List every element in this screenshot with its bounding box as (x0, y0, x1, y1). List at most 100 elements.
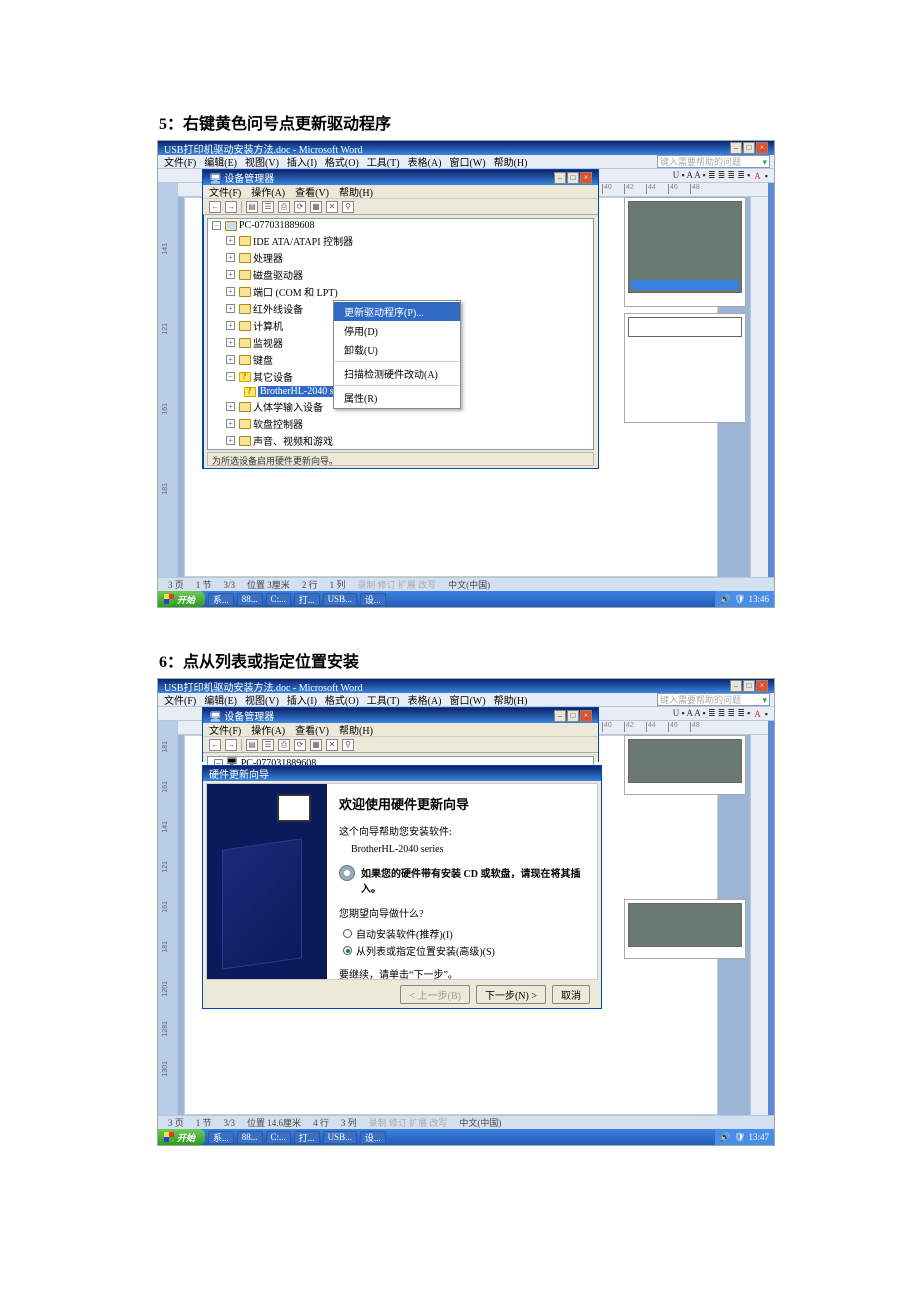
dm-window-buttons[interactable]: –□× (553, 172, 592, 184)
menu-view[interactable]: 视图(V) (245, 154, 279, 169)
print-icon[interactable]: ⎙ (278, 739, 290, 751)
menu-window[interactable]: 窗口(W) (449, 154, 485, 169)
ctx-update-driver[interactable]: 更新驱动程序(P)... (334, 302, 460, 321)
wizard-option-list[interactable]: 从列表或指定位置安装(高级)(S) (343, 943, 585, 958)
word-window-buttons[interactable]: –□× (729, 680, 768, 692)
menu-tools[interactable]: 工具(T) (367, 692, 400, 707)
back-icon[interactable]: ← (209, 201, 221, 213)
tb-icon[interactable]: ✕ (326, 201, 338, 213)
hardware-update-wizard[interactable]: 硬件更新向导 欢迎使用硬件更新向导 这个向导帮助您安装软件: BrotherHL… (202, 765, 602, 1009)
scan-icon[interactable]: ⚲ (342, 201, 354, 213)
tray-icon[interactable]: 🔊 (720, 1132, 731, 1143)
taskbar-item[interactable]: 设... (360, 1131, 386, 1144)
menu-tools[interactable]: 工具(T) (367, 154, 400, 169)
word-scrollbar[interactable] (750, 197, 768, 577)
taskbar[interactable]: 开始 系... 88... C:... 打... USB... 设... 🔊🛡1… (158, 1129, 774, 1145)
menu-help[interactable]: 帮助(H) (494, 154, 528, 169)
dm-toolbar[interactable]: ← → ▤ ☰ ⎙ ⟳ ▦ ✕ ⚲ (203, 199, 598, 215)
taskbar-item[interactable]: 88... (237, 593, 263, 606)
start-button[interactable]: 开始 (158, 591, 205, 607)
menu-format[interactable]: 格式(O) (325, 154, 359, 169)
taskbar-item[interactable]: 88... (237, 1131, 263, 1144)
menu-format[interactable]: 格式(O) (325, 692, 359, 707)
dm-menu-action[interactable]: 操作(A) (251, 184, 285, 199)
dm-menu-file[interactable]: 文件(F) (209, 722, 241, 737)
taskbar[interactable]: 开始 系... 88... C:... 打... USB... 设... 🔊🛡1… (158, 591, 774, 607)
help-go-icon[interactable]: ▾ (762, 156, 767, 168)
dm-window-buttons[interactable]: –□× (553, 710, 592, 722)
system-tray[interactable]: 🔊🛡13:46 (715, 591, 774, 607)
taskbar-item[interactable]: 设... (360, 593, 386, 606)
tb-icon[interactable]: ▦ (310, 739, 322, 751)
menu-table[interactable]: 表格(A) (408, 154, 442, 169)
wizard-cancel-button[interactable]: 取消 (552, 985, 590, 1004)
taskbar-item[interactable]: 打... (294, 593, 320, 606)
ctx-disable[interactable]: 停用(D) (334, 321, 460, 340)
dm-toolbar[interactable]: ← → ▤ ☰ ⎙ ⟳ ▦ ✕ ⚲ (203, 737, 598, 753)
taskbar-item[interactable]: USB... (323, 593, 357, 606)
dm-menu-help[interactable]: 帮助(H) (339, 184, 373, 199)
tray-icon[interactable]: 🛡 (734, 1132, 745, 1143)
help-search-box[interactable]: 键入需要帮助的问题▾ (657, 155, 770, 168)
taskbar-item[interactable]: 系... (208, 593, 234, 606)
start-button[interactable]: 开始 (158, 1129, 205, 1145)
tray-icon[interactable]: 🛡 (734, 594, 745, 605)
menu-insert[interactable]: 插入(I) (287, 692, 317, 707)
tree-item[interactable]: +端口 (COM 和 LPT) (226, 283, 593, 300)
scan-icon[interactable]: ⚲ (342, 739, 354, 751)
wizard-option-auto[interactable]: 自动安装软件(推荐)(I) (343, 926, 585, 941)
system-tray[interactable]: 🔊🛡13:47 (715, 1129, 774, 1145)
tree-item[interactable]: +IDE ATA/ATAPI 控制器 (226, 232, 593, 249)
radio-icon[interactable] (343, 929, 352, 938)
wizard-next-button[interactable]: 下一步(N) > (476, 985, 546, 1004)
formatting-group[interactable]: U ▪ A A ▪ ≣ ≣ ≣ ≣ ▪ A ▪ (673, 170, 768, 181)
tb-icon[interactable]: ☰ (262, 739, 274, 751)
dm-menu-file[interactable]: 文件(F) (209, 184, 241, 199)
dm-menu-action[interactable]: 操作(A) (251, 722, 285, 737)
dm-menubar[interactable]: 文件(F) 操作(A) 查看(V) 帮助(H) (203, 185, 598, 199)
tb-icon[interactable]: ✕ (326, 739, 338, 751)
context-menu[interactable]: 更新驱动程序(P)... 停用(D) 卸载(U) 扫描检测硬件改动(A) 属性(… (333, 300, 461, 409)
taskbar-item[interactable]: 系... (208, 1131, 234, 1144)
tree-item[interactable]: +软盘控制器 (226, 415, 593, 432)
taskbar-item[interactable]: C:... (266, 593, 291, 606)
tb-icon[interactable]: ▦ (310, 201, 322, 213)
dm-menu-view[interactable]: 查看(V) (295, 184, 329, 199)
tree-item[interactable]: +鼠标和其它指针设 (226, 449, 593, 450)
dm-menu-help[interactable]: 帮助(H) (339, 722, 373, 737)
help-search-box[interactable]: 键入需要帮助的问题▾ (657, 693, 770, 706)
tb-icon[interactable]: ▤ (246, 201, 258, 213)
tb-icon[interactable]: ▤ (246, 739, 258, 751)
tree-item[interactable]: +处理器 (226, 249, 593, 266)
tree-root[interactable]: −PC-077031889608 (212, 219, 593, 232)
help-go-icon[interactable]: ▾ (762, 694, 767, 706)
word-window-buttons[interactable]: –□× (729, 142, 768, 154)
menu-insert[interactable]: 插入(I) (287, 154, 317, 169)
tray-icon[interactable]: 🔊 (720, 594, 731, 605)
ctx-uninstall[interactable]: 卸载(U) (334, 340, 460, 359)
menu-file[interactable]: 文件(F) (164, 154, 196, 169)
ctx-scan[interactable]: 扫描检测硬件改动(A) (334, 364, 460, 383)
menu-table[interactable]: 表格(A) (408, 692, 442, 707)
menu-edit[interactable]: 编辑(E) (204, 154, 237, 169)
menu-help[interactable]: 帮助(H) (494, 692, 528, 707)
print-icon[interactable]: ⎙ (278, 201, 290, 213)
refresh-icon[interactable]: ⟳ (294, 739, 306, 751)
dm-menubar[interactable]: 文件(F) 操作(A) 查看(V) 帮助(H) (203, 723, 598, 737)
device-manager-window[interactable]: 🖥 设备管理器 –□× 文件(F) 操作(A) 查看(V) 帮助(H) ← → … (202, 707, 599, 762)
tb-icon[interactable]: ☰ (262, 201, 274, 213)
tree-item[interactable]: +磁盘驱动器 (226, 266, 593, 283)
menu-edit[interactable]: 编辑(E) (204, 692, 237, 707)
formatting-group[interactable]: U ▪ A A ▪ ≣ ≣ ≣ ≣ ▪ A ▪ (673, 708, 768, 719)
word-scrollbar[interactable] (750, 735, 768, 1115)
menu-window[interactable]: 窗口(W) (449, 692, 485, 707)
refresh-icon[interactable]: ⟳ (294, 201, 306, 213)
tree-item[interactable]: +声音、视频和游戏 (226, 432, 593, 449)
fwd-icon[interactable]: → (225, 739, 237, 751)
taskbar-item[interactable]: USB... (323, 1131, 357, 1144)
ctx-properties[interactable]: 属性(R) (334, 388, 460, 407)
taskbar-item[interactable]: 打... (294, 1131, 320, 1144)
menu-view[interactable]: 视图(V) (245, 692, 279, 707)
fwd-icon[interactable]: → (225, 201, 237, 213)
back-icon[interactable]: ← (209, 739, 221, 751)
